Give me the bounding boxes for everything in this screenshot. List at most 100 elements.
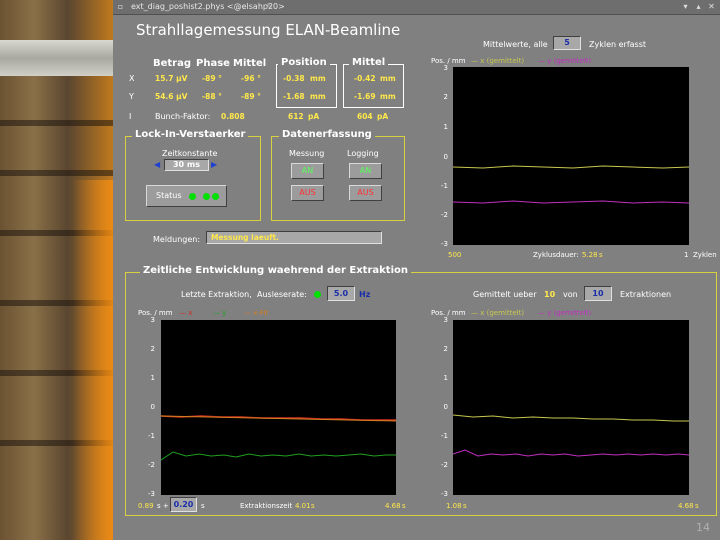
top-ytick: 3 [443, 64, 448, 72]
pin-icon[interactable]: ✎ [265, 2, 274, 11]
y-mittel: -89 ° [241, 92, 261, 101]
right-ytick: 1 [443, 374, 448, 382]
offset-unit: s [201, 502, 205, 510]
left-ytick: -3 [148, 490, 155, 498]
zeit-increase-icon[interactable]: ▶ [211, 160, 217, 169]
offset-field[interactable]: 0.20 [170, 497, 197, 512]
x-mittel: -96 ° [241, 74, 261, 83]
extraktionen-label: Extraktionen [620, 290, 672, 299]
left-plot-x-right-unit: s [402, 502, 406, 510]
top-plot-x-right: 1 [684, 251, 689, 259]
bunch-factor-label: Bunch-Faktor: [155, 112, 211, 121]
right-ytick: -2 [441, 461, 448, 469]
left-plot-svg [160, 415, 397, 461]
right-plot-x-right: 4.68 [678, 502, 694, 510]
status-label: Status [156, 191, 182, 200]
messung-label: Messung [289, 149, 325, 158]
ausleserate-field[interactable]: 5.0 [327, 286, 355, 301]
close-icon[interactable]: ✕ [707, 2, 716, 11]
y-phase: -88 ° [202, 92, 222, 101]
page-number: 14 [696, 521, 710, 534]
von-label: von [563, 290, 578, 299]
right-ytick: 0 [443, 403, 448, 411]
right-ytick: 2 [443, 345, 448, 353]
top-plot-svg [452, 165, 690, 204]
right-plot-x-right-unit: s [695, 502, 699, 510]
lockin-title: Lock-In-Verstaerker [132, 129, 249, 140]
logging-label: Logging [347, 149, 379, 158]
window-menu-icon[interactable]: ▫ [116, 2, 125, 11]
zyklen-erfasst-label: Zyklen erfasst [589, 40, 647, 49]
top-ytick: 2 [443, 93, 448, 101]
header-mittel: Mittel [233, 58, 267, 69]
window-title: ext_diag_poshist2.phys <@elsahp20> [131, 2, 285, 11]
header-phase: Phase [196, 58, 230, 69]
photo-glow [73, 180, 113, 540]
left-plot-fit-line [160, 415, 397, 422]
x-betrag: 15.7 µV [155, 74, 188, 83]
minimize-icon[interactable]: ▾ [681, 2, 690, 11]
extraktionszeit-value: 4.01 [295, 502, 311, 510]
left-plot-x-right: 4.68 [385, 502, 401, 510]
messung-an-button[interactable]: AN [291, 163, 324, 179]
top-ytick: -1 [441, 182, 448, 190]
left-plot-legend-x: — x [179, 309, 193, 317]
mittel-x: -0.42 [354, 74, 376, 83]
von-field[interactable]: 10 [584, 286, 612, 301]
top-plot [452, 67, 690, 245]
meldungen-label: Meldungen: [153, 235, 201, 244]
right-plot-x-left: 1.08 [446, 502, 462, 510]
row-i-label: I [129, 112, 132, 121]
top-plot-x-right-unit: Zyklen [693, 251, 717, 259]
right-ytick: 3 [443, 316, 448, 324]
extraktion-title: Zeitliche Entwicklung waehrend der Extra… [140, 265, 411, 276]
left-plot-x-left: 0.89 [138, 502, 154, 510]
right-plot-x-left-unit: s [463, 502, 467, 510]
left-ytick: 1 [150, 374, 155, 382]
position-title: Position [278, 57, 330, 68]
ausleserate-unit: Hz [359, 290, 371, 299]
maximize-icon[interactable]: ▴ [694, 2, 703, 11]
zyklusdauer-value: 5.28 [582, 251, 598, 259]
right-plot [452, 320, 690, 495]
right-plot-x-line [452, 414, 689, 422]
zeit-decrease-icon[interactable]: ◀ [154, 160, 160, 169]
photo-stripe [0, 120, 113, 126]
top-ytick: 0 [443, 153, 448, 161]
right-plot-y-line [452, 449, 690, 457]
messung-aus-button[interactable]: AUS [291, 185, 324, 201]
mittelwerte-field[interactable]: 5 [553, 36, 581, 50]
left-plot-y-line [160, 451, 396, 461]
position-x: -0.38 [283, 74, 305, 83]
status-led-icon [212, 193, 219, 200]
mittel-y-unit: mm [380, 92, 396, 101]
extraktionszeit-unit: s [311, 502, 315, 510]
right-plot-svg [452, 414, 690, 457]
left-plot [160, 320, 397, 495]
top-plot-legend-y: — y (gemittelt) [538, 57, 592, 65]
ausleserate-led-icon [314, 291, 321, 298]
left-plot-x-left-unit: s + [157, 502, 169, 510]
zeitkonstante-field[interactable]: 30 ms [164, 159, 209, 171]
extraktionszeit-label: Extraktionszeit [240, 502, 293, 510]
left-ytick: -2 [148, 461, 155, 469]
y-betrag: 54.6 µV [155, 92, 188, 101]
row-x-label: X [129, 74, 135, 83]
logging-an-button[interactable]: AN [349, 163, 382, 179]
left-plot-legend-fit: — x-Fit [244, 309, 269, 317]
background-photo [0, 0, 113, 540]
top-plot-x-left: 500 [448, 251, 462, 259]
status-led-icon [203, 193, 210, 200]
position-current-unit: pA [308, 112, 320, 121]
x-phase: -89 ° [202, 74, 222, 83]
position-current: 612 [288, 112, 304, 121]
top-ytick: -3 [441, 240, 448, 248]
logging-aus-button[interactable]: AUS [349, 185, 382, 201]
pipe-shape [0, 40, 113, 76]
right-plot-legend-x: — x (gemittelt) [471, 309, 525, 317]
top-plot-legend-x: — x (gemittelt) [471, 57, 525, 65]
page-title: Strahllagemessung ELAN-Beamline [136, 21, 401, 39]
top-ytick: 1 [443, 123, 448, 131]
zyklusdauer-unit: s [599, 251, 603, 259]
mittel-y: -1.69 [354, 92, 376, 101]
